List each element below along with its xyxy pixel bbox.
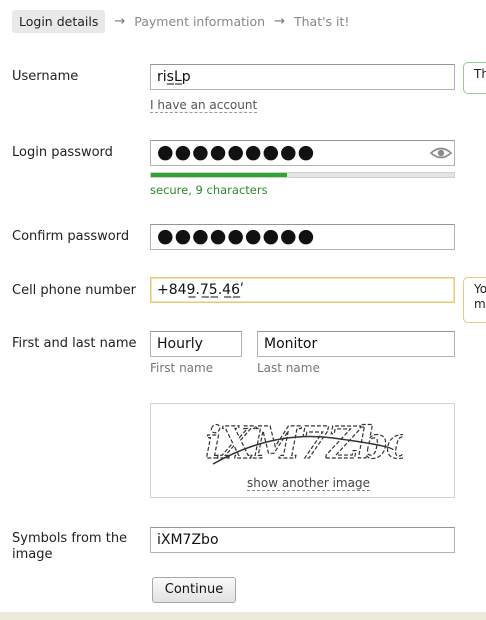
footer-strip (0, 612, 486, 620)
step-login-details: Login details (12, 9, 106, 33)
last-name-input[interactable]: Monitor (257, 331, 455, 357)
phone-input[interactable]: +849̲.7̲5̲̲.4̲6̲ʹ (150, 277, 455, 303)
step-payment-information: Payment information (134, 13, 266, 29)
name-label: First and last name (12, 336, 137, 351)
captcha-image: iXM7Zbo (204, 417, 403, 469)
first-name-label: First name (150, 361, 214, 375)
confirm-password-input[interactable]: ●●●●●●●●● (150, 224, 455, 250)
last-name-label: Last name (257, 361, 320, 375)
step-arrow-icon: → (114, 13, 126, 29)
step-thats-it: That's it! (294, 13, 350, 29)
password-input[interactable]: ●●●●●●●●● (150, 140, 455, 166)
password-label: Login password (12, 145, 113, 160)
phone-tooltip: Yo m (463, 277, 486, 323)
captcha-box: iXM7Zbo show another image (150, 403, 455, 498)
phone-tooltip-line1: Yo (474, 282, 486, 296)
continue-button[interactable]: Continue (152, 577, 236, 603)
show-another-image-link[interactable]: show another image (247, 476, 370, 491)
captcha-input-label: Symbols from the image (12, 531, 128, 562)
username-input[interactable]: ris̲L̲p (150, 64, 455, 90)
password-strength-bar (150, 172, 455, 178)
eye-icon[interactable] (430, 146, 452, 160)
first-name-input[interactable]: Hourly (150, 331, 242, 357)
progress-steps: Login details → Payment information → Th… (12, 9, 349, 33)
step-arrow-icon: → (274, 13, 285, 29)
confirm-password-label: Confirm password (12, 229, 130, 244)
have-account-link[interactable]: I have an account (150, 98, 258, 113)
username-label: Username (12, 69, 79, 84)
username-tooltip: Th (463, 62, 486, 94)
password-strength-text: secure, 9 characters (150, 183, 268, 197)
phone-label: Cell phone number (12, 283, 136, 298)
captcha-input[interactable]: iXM7Zbo (150, 527, 455, 553)
password-strength-fill (151, 173, 288, 177)
phone-tooltip-line2: m (474, 297, 486, 311)
